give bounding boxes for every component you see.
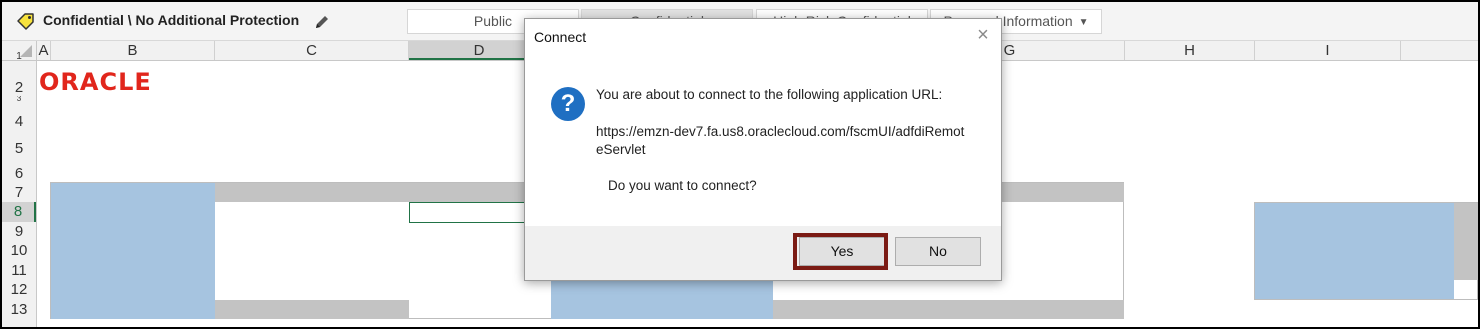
dialog-url-line2: eServlet (596, 142, 646, 157)
row-header-6[interactable]: 6 (2, 164, 36, 184)
column-header-i[interactable]: I (1255, 41, 1401, 60)
dialog-message: You are about to connect to the followin… (596, 87, 943, 102)
gray-side-band (1454, 203, 1478, 280)
tag-icon (17, 13, 34, 30)
yes-button-highlight (793, 233, 888, 270)
gray-footer-c (215, 300, 409, 319)
row-header-11[interactable]: 11 (2, 261, 36, 280)
row-header-10[interactable]: 10 (2, 241, 36, 261)
column-header-h[interactable]: H (1125, 41, 1255, 60)
gray-footer-fg (773, 300, 1124, 319)
dialog-question: Do you want to connect? (608, 178, 757, 193)
row-header-12[interactable]: 12 (2, 280, 36, 300)
row-header-3[interactable]: 3 (2, 96, 36, 102)
column-header-c[interactable]: C (215, 41, 409, 60)
selected-cell-d8[interactable] (409, 202, 525, 223)
oracle-logo: ORACLE (39, 68, 152, 96)
blue-block-i (1255, 203, 1454, 299)
dialog-url-line1: https://emzn-dev7.fa.us8.oraclecloud.com… (596, 124, 965, 139)
no-button[interactable]: No (895, 237, 981, 266)
row-header-8[interactable]: 8 (2, 202, 36, 222)
connect-dialog: Connect × ? You are about to connect to … (524, 18, 1002, 281)
chevron-down-icon: ▼ (1078, 16, 1089, 28)
row-header-9[interactable]: 9 (2, 222, 36, 241)
pencil-icon[interactable] (314, 14, 330, 30)
row-header-4[interactable]: 4 (2, 112, 36, 132)
question-icon: ? (551, 87, 585, 121)
column-header-a[interactable]: A (37, 41, 51, 60)
close-icon[interactable]: × (973, 25, 993, 45)
blue-block-b (51, 183, 215, 319)
sensitivity-label: Confidential \ No Additional Protection (43, 12, 300, 28)
row-header-13[interactable]: 13 (2, 300, 36, 320)
row-header-2[interactable]: 2 (2, 78, 36, 98)
dialog-title: Connect (534, 29, 587, 45)
row-header-5[interactable]: 5 (2, 139, 36, 159)
column-header-b[interactable]: B (51, 41, 215, 60)
excel-window: Confidential \ No Additional Protection … (0, 0, 1480, 329)
row-header-1[interactable]: 1 (2, 52, 36, 62)
row-header-7[interactable]: 7 (2, 183, 36, 202)
blue-block-e (551, 280, 773, 319)
